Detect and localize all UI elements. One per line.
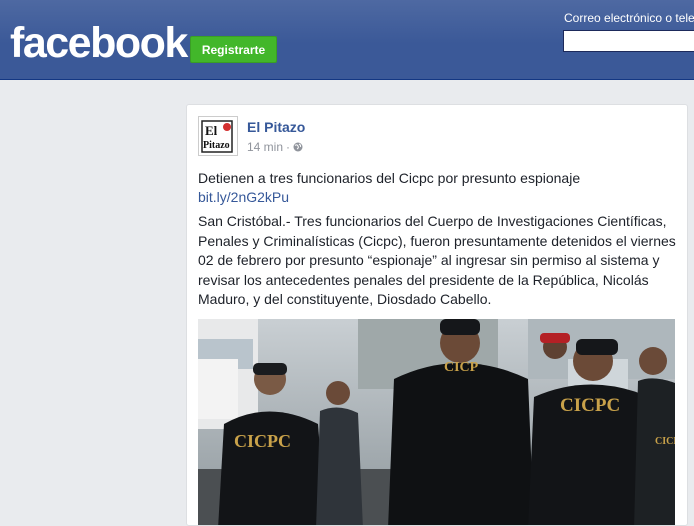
el-pitazo-logo: El Pitazo (199, 117, 237, 155)
svg-text:CICP: CICP (444, 360, 479, 375)
top-bar: facebook Registrarte Correo electrónico … (0, 0, 694, 80)
post-body: San Cristóbal.- Tres funcionarios del Cu… (198, 213, 676, 307)
svg-text:CICPC: CICPC (560, 395, 620, 416)
svg-text:CICPC: CICPC (655, 436, 675, 447)
svg-text:El: El (205, 123, 218, 138)
page-name-link[interactable]: El Pitazo (247, 119, 305, 135)
email-label: Correo electrónico o tele (564, 11, 694, 25)
post-meta: 14 min · (247, 140, 303, 154)
photo-illustration: CICPC CICP CICPC CICPC (198, 319, 675, 525)
post-card: El Pitazo El Pitazo 14 min · Detienen a … (186, 104, 688, 526)
svg-text:Pitazo: Pitazo (203, 140, 230, 151)
page-avatar[interactable]: El Pitazo (198, 116, 238, 156)
post-photo[interactable]: CICPC CICP CICPC CICPC (198, 319, 675, 525)
signup-button[interactable]: Registrarte (190, 36, 277, 63)
post-link[interactable]: bit.ly/2nG2kPu (198, 189, 289, 205)
post-headline: Detienen a tres funcionarios del Cicpc p… (198, 170, 581, 186)
timestamp[interactable]: 14 min (247, 140, 283, 154)
email-input[interactable] (563, 30, 694, 52)
facebook-logo[interactable]: facebook (10, 18, 188, 68)
svg-text:CICPC: CICPC (234, 431, 291, 451)
globe-icon (293, 142, 303, 152)
meta-separator: · (286, 140, 291, 154)
